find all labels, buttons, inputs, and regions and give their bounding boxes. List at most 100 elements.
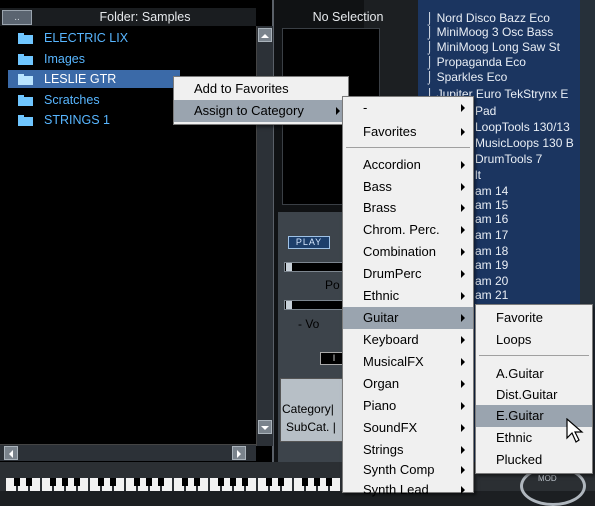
list-item[interactable]: Pad (475, 104, 496, 118)
menu-item-add-to-favorites[interactable]: Add to Favorites (174, 78, 348, 100)
scroll-down-button[interactable] (258, 420, 272, 434)
menu-item-category[interactable]: DrumPerc (343, 263, 473, 285)
submenu-arrow-icon (461, 248, 465, 256)
piano-black-key[interactable] (146, 478, 152, 486)
list-item[interactable]: am 20 (475, 274, 508, 288)
piano-black-key[interactable] (302, 478, 308, 486)
menu-item-label: - (363, 100, 368, 115)
menu-item-category-guitar[interactable]: Guitar (343, 307, 473, 329)
piano-black-key[interactable] (266, 478, 272, 486)
menu-item-category[interactable]: SoundFX (343, 417, 473, 439)
piano-black-key[interactable] (230, 478, 236, 486)
play-button[interactable]: PLAY (288, 236, 330, 249)
piano-black-key[interactable] (14, 478, 20, 486)
piano-black-key[interactable] (326, 478, 332, 486)
piano-black-key[interactable] (314, 478, 320, 486)
menu-item-subcategory[interactable]: Loops (476, 329, 592, 351)
menu-item-label: SoundFX (363, 420, 418, 435)
menu-item-subcategory[interactable]: Favorite (476, 307, 592, 329)
menu-item-category[interactable]: Organ (343, 373, 473, 395)
list-item[interactable]: am 17 (475, 228, 508, 242)
tree-item-label: Scratches (44, 93, 100, 107)
submenu-arrow-icon (461, 204, 465, 212)
scroll-left-button[interactable] (4, 446, 18, 460)
list-item[interactable]: am 18 (475, 244, 508, 258)
menu-item-subcategory[interactable]: Dist.Guitar (476, 384, 592, 406)
list-item[interactable]: ⌡ Propaganda Eco (426, 55, 526, 69)
piano-black-key[interactable] (158, 478, 164, 486)
list-item[interactable]: am 19 (475, 258, 508, 272)
piano-black-key[interactable] (182, 478, 188, 486)
list-item[interactable]: am 14 (475, 184, 508, 198)
menu-item-assign-to-category[interactable]: Assign to Category (174, 100, 348, 122)
volume-slider[interactable] (284, 300, 344, 310)
category-submenu: - Favorites Accordion Bass Brass Chrom. … (342, 96, 474, 497)
piano-black-key[interactable] (110, 478, 116, 486)
list-item[interactable]: MusicLoops 130 B (475, 136, 574, 150)
menu-item-category[interactable]: - (343, 97, 473, 119)
menu-item-category[interactable]: Strings (343, 439, 473, 461)
folder-icon (18, 95, 33, 106)
piano-black-key[interactable] (278, 478, 284, 486)
scroll-right-button[interactable] (232, 446, 246, 460)
list-item[interactable]: ⌡ Nord Disco Bazz Eco (426, 11, 550, 25)
folder-icon (18, 115, 33, 126)
menu-item-label: Keyboard (363, 332, 419, 347)
tree-item-leslie-gtr[interactable]: LESLIE GTR (8, 70, 180, 88)
list-item[interactable]: ⌡ MiniMoog 3 Osc Bass (426, 25, 553, 39)
horizontal-scrollbar[interactable] (0, 444, 256, 461)
list-item[interactable]: am 21 (475, 288, 508, 302)
menu-item-category[interactable]: Favorites (343, 121, 473, 143)
scroll-up-button[interactable] (258, 28, 272, 42)
piano-black-key[interactable] (74, 478, 80, 486)
submenu-arrow-icon (461, 314, 465, 322)
menu-item-category[interactable]: Bass (343, 176, 473, 198)
piano-black-key[interactable] (194, 478, 200, 486)
parent-folder-button[interactable]: .. (2, 10, 32, 25)
category-label: Category| (282, 402, 334, 416)
menu-item-category[interactable]: Combination (343, 241, 473, 263)
piano-black-key[interactable] (242, 478, 248, 486)
position-label: Po (325, 278, 340, 292)
slider-knob[interactable] (286, 301, 292, 309)
menu-item-category[interactable]: MusicalFX (343, 351, 473, 373)
menu-item-label: Ethnic (496, 430, 533, 445)
piano-black-key[interactable] (218, 478, 224, 486)
list-item[interactable]: ⌡ MiniMoog Long Saw St (426, 40, 560, 54)
folder-title: Folder: Samples (99, 10, 191, 24)
position-slider[interactable] (284, 262, 344, 272)
piano-black-key[interactable] (26, 478, 32, 486)
list-item[interactable]: LoopTools 130/13 (475, 120, 570, 134)
menu-item-label: Plucked (496, 452, 543, 467)
list-item[interactable]: lt (475, 168, 481, 182)
menu-item-category[interactable]: Synth Lead (343, 479, 473, 501)
menu-item-label: Combination (363, 244, 436, 259)
menu-item-category[interactable]: Brass (343, 197, 473, 219)
menu-item-label: Bass (363, 179, 392, 194)
menu-item-category[interactable]: Ethnic (343, 285, 473, 307)
mouse-cursor-icon (566, 418, 584, 443)
menu-item-category[interactable]: Keyboard (343, 329, 473, 351)
menu-item-category[interactable]: Chrom. Perc. (343, 219, 473, 241)
piano-black-key[interactable] (134, 478, 140, 486)
tree-item-label: LESLIE GTR (44, 72, 117, 86)
list-item[interactable]: am 16 (475, 212, 508, 226)
submenu-arrow-icon (461, 226, 465, 234)
tree-item-images[interactable]: Images (14, 50, 254, 68)
submenu-arrow-icon (461, 424, 465, 432)
volume-label: - Vo (298, 317, 320, 331)
menu-item-subcategory[interactable]: A.Guitar (476, 363, 592, 385)
piano-black-key[interactable] (62, 478, 68, 486)
slider-knob[interactable] (286, 263, 292, 271)
list-item[interactable]: ⌡ Sparkles Eco (426, 70, 507, 84)
menu-item-label: Synth Comp (363, 462, 435, 477)
menu-item-category[interactable]: Piano (343, 395, 473, 417)
piano-black-key[interactable] (98, 478, 104, 486)
list-item[interactable]: DrumTools 7 (475, 152, 542, 166)
menu-item-category[interactable]: Accordion (343, 154, 473, 176)
tree-item-electric-lix[interactable]: ELECTRIC LIX (14, 29, 254, 47)
piano-black-key[interactable] (50, 478, 56, 486)
list-item[interactable]: am 15 (475, 198, 508, 212)
menu-item-category[interactable]: Synth Comp (343, 459, 473, 481)
menu-item-subcategory[interactable]: Plucked (476, 449, 592, 471)
